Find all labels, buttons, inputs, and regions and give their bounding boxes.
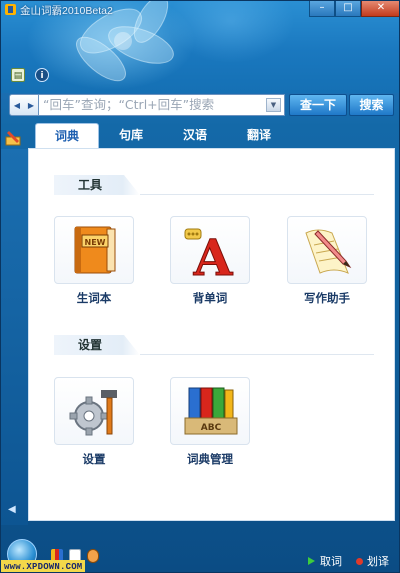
capture-word-toggle[interactable]: 取词 — [308, 553, 342, 569]
app-icon — [5, 4, 16, 15]
history-nav: ◀ ▶ — [9, 94, 39, 116]
tab-translate[interactable]: 翻译 — [227, 123, 291, 147]
left-rail: ◀ — [1, 149, 28, 525]
back-arrow-icon[interactable]: ◀ — [14, 101, 20, 110]
section-header-tools: 工具 — [54, 175, 374, 195]
tile-label: 词典管理 — [187, 452, 233, 466]
notepad-pencil-icon — [305, 229, 352, 274]
dictionary-panel: 工具 NEW 生词本 A 背单词 写作助手 设置 设置 ABC 词典管理 — [28, 148, 395, 521]
close-button[interactable]: ✕ — [361, 1, 399, 17]
tab-chinese[interactable]: 汉语 — [163, 123, 227, 147]
tile-word-book[interactable]: NEW 生词本 — [54, 216, 134, 306]
info-icon[interactable]: i — [35, 68, 49, 82]
tile-settings[interactable]: 设置 — [54, 377, 134, 467]
tile-label: 生词本 — [76, 291, 112, 305]
window-title: 金山词霸2010Beta2 — [20, 5, 113, 17]
notebook-icon[interactable]: ▤ — [11, 68, 25, 82]
status-bar: 取词 划译 www.XPDOWN.COM — [1, 525, 399, 572]
tile-label: 背单词 — [192, 291, 228, 305]
lookup-button[interactable]: 查一下 — [289, 94, 347, 116]
watermark: www.XPDOWN.COM — [1, 560, 86, 572]
play-icon — [308, 557, 315, 565]
svg-text:ABC: ABC — [201, 423, 222, 433]
pencil-book-icon[interactable] — [5, 129, 23, 147]
section-title: 工具 — [54, 175, 140, 195]
minimize-button[interactable]: – — [309, 1, 335, 17]
select-translate-label: 划译 — [367, 555, 389, 568]
tile-dictionary-manager[interactable]: ABC 词典管理 — [170, 377, 250, 467]
letter-a-icon: A — [184, 228, 234, 288]
emblem-icon[interactable] — [87, 549, 99, 563]
gear-hammer-icon — [69, 390, 117, 436]
capture-word-label: 取词 — [320, 555, 342, 568]
tile-writing-assistant[interactable]: 写作助手 — [287, 216, 367, 306]
tab-dictionary[interactable]: 词典 — [35, 123, 99, 149]
divider — [140, 194, 374, 195]
new-book-icon: NEW — [74, 226, 116, 274]
app-window: 金山词霸2010Beta2 – □ ✕ ▤ i ◀ ▶ “回车”查询；“Ctrl… — [0, 0, 400, 573]
divider — [140, 354, 374, 355]
tab-sentences[interactable]: 句库 — [99, 123, 163, 147]
search-input[interactable]: “回车”查询；“Ctrl+回车”搜索 — [39, 94, 285, 116]
svg-text:NEW: NEW — [85, 238, 106, 247]
title-bar: 金山词霸2010Beta2 – □ ✕ — [1, 1, 399, 19]
section-title: 设置 — [54, 335, 140, 355]
maximize-button[interactable]: □ — [335, 1, 361, 17]
tab-bar: 词典 句库 汉语 翻译 — [1, 123, 399, 149]
search-button[interactable]: 搜索 — [349, 94, 394, 116]
tile-label: 设置 — [82, 452, 106, 466]
red-dot-icon — [356, 558, 363, 565]
dropdown-arrow-icon[interactable]: ▼ — [266, 98, 281, 112]
tile-label: 写作助手 — [304, 291, 350, 305]
select-translate-toggle[interactable]: 划译 — [356, 553, 389, 569]
books-abc-icon: ABC — [184, 387, 238, 435]
collapse-chevron-icon[interactable]: ◀ — [8, 504, 16, 515]
svg-text:A: A — [193, 228, 234, 285]
forward-arrow-icon[interactable]: ▶ — [28, 101, 34, 110]
search-bar: ◀ ▶ “回车”查询；“Ctrl+回车”搜索 ▼ 查一下 搜索 — [9, 94, 394, 116]
section-header-settings: 设置 — [54, 335, 374, 355]
tile-memorize[interactable]: A 背单词 — [170, 216, 250, 306]
